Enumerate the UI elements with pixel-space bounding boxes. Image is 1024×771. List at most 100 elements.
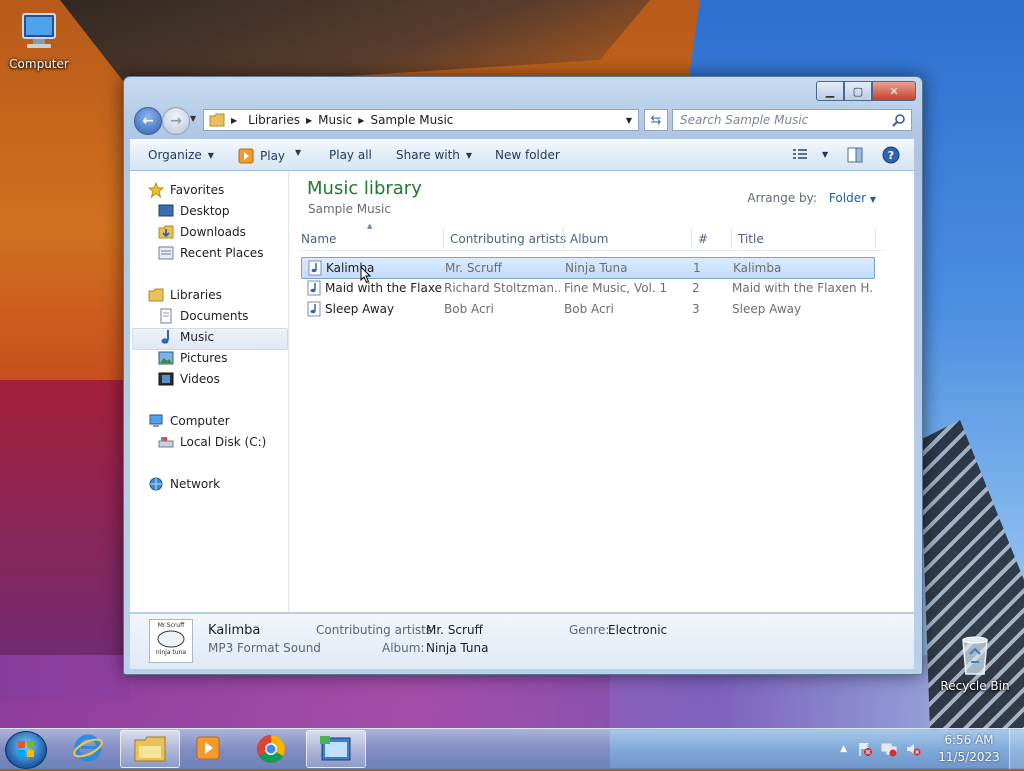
file-row-sleep-away[interactable]: Sleep Away Bob Acri Bob Acri 3 Sleep Awa…	[301, 299, 873, 319]
arrange-by-label: Arrange by:	[747, 191, 817, 205]
sort-ascending-icon: ▲	[367, 222, 373, 230]
play-button[interactable]: Play	[238, 148, 285, 164]
details-genre-value[interactable]: Electronic	[608, 623, 667, 637]
help-button[interactable]: ?	[882, 146, 900, 164]
change-view-button[interactable]: ▼	[792, 147, 828, 161]
maximize-button[interactable]: ▢	[844, 81, 872, 101]
share-with-button[interactable]: Share with ▼	[396, 148, 472, 162]
nav-videos[interactable]: Videos	[158, 369, 220, 389]
breadcrumb-sample-music[interactable]: Sample Music	[370, 113, 453, 127]
column-divider[interactable]	[731, 228, 732, 250]
recent-places-icon	[158, 245, 174, 261]
file-album: Bob Acri	[564, 302, 614, 316]
taskbar-chrome[interactable]	[243, 730, 301, 766]
nav-local-disk-label: Local Disk (C:)	[180, 435, 267, 449]
breadcrumb-arrow-icon[interactable]: ▶	[231, 116, 237, 125]
refresh-button[interactable]: ⇆	[644, 109, 668, 131]
nav-music[interactable]: Music	[158, 327, 214, 347]
column-header-title[interactable]: Title	[738, 232, 764, 246]
taskbar-internet-explorer[interactable]	[60, 730, 118, 766]
nav-documents[interactable]: Documents	[158, 306, 248, 326]
volume-muted-icon[interactable]	[905, 741, 921, 757]
nav-computer[interactable]: Computer	[148, 411, 230, 431]
nav-desktop[interactable]: Desktop	[158, 201, 230, 221]
column-header-contributing-artists[interactable]: Contributing artists	[450, 232, 566, 246]
address-row: ← → ▼ ▶ Libraries ▶ Music ▶ Sample Music…	[131, 105, 913, 135]
close-button[interactable]: ✕	[872, 81, 916, 101]
arrange-by-dropdown[interactable]: Folder ▼	[829, 191, 876, 205]
file-row-kalimba[interactable]: Kalimba Mr. Scruff Ninja Tuna 1 Kalimba	[301, 257, 875, 284]
album-art-text-top: Mr.Scruff	[157, 622, 185, 629]
file-name: Sleep Away	[325, 302, 395, 316]
new-folder-label: New folder	[495, 148, 560, 162]
column-header-name[interactable]: Name	[301, 232, 336, 246]
start-button[interactable]	[5, 731, 47, 769]
chevron-down-icon: ▼	[207, 150, 214, 160]
breadcrumb-arrow-icon[interactable]: ▶	[306, 116, 312, 125]
address-bar[interactable]: ▶ Libraries ▶ Music ▶ Sample Music ▼	[203, 109, 639, 131]
column-divider[interactable]	[691, 228, 692, 250]
network-status-icon[interactable]	[881, 741, 897, 757]
chevron-down-icon: ▼	[465, 150, 473, 160]
address-dropdown-icon[interactable]: ▼	[626, 116, 632, 125]
nav-favorites[interactable]: Favorites	[148, 180, 224, 200]
chevron-down-icon: ▼	[869, 195, 876, 204]
file-track-number: 2	[692, 281, 700, 295]
recent-pages-dropdown[interactable]: ▼	[190, 114, 196, 123]
taskbar-media-player[interactable]	[180, 730, 238, 766]
details-album-value[interactable]: Ninja Tuna	[426, 641, 489, 655]
back-button[interactable]: ←	[134, 107, 162, 135]
nav-videos-label: Videos	[180, 372, 220, 386]
desktop-icon-recycle-bin-label: Recycle Bin	[940, 679, 1010, 693]
desktop-icon-computer[interactable]: Computer	[1, 10, 77, 71]
windows-logo-icon	[18, 741, 34, 757]
documents-icon	[158, 308, 174, 324]
minimize-button[interactable]: ▁	[816, 81, 844, 101]
videos-icon	[158, 371, 174, 387]
file-artist: Mr. Scruff	[445, 261, 502, 275]
column-divider[interactable]	[875, 228, 876, 250]
file-album: Fine Music, Vol. 1	[564, 281, 668, 295]
breadcrumb-music[interactable]: Music	[318, 113, 352, 127]
new-folder-button[interactable]: New folder	[495, 148, 560, 162]
forward-button[interactable]: →	[162, 107, 190, 135]
nav-network[interactable]: Network	[148, 474, 220, 494]
library-subtitle: Sample Music	[308, 202, 391, 216]
nav-downloads[interactable]: Downloads	[158, 222, 246, 242]
play-dropdown[interactable]: ▼	[289, 148, 301, 157]
breadcrumb-libraries[interactable]: Libraries	[248, 113, 300, 127]
chevron-down-icon: ▼	[822, 149, 829, 159]
nav-local-disk[interactable]: Local Disk (C:)	[158, 432, 266, 452]
column-header-album[interactable]: Album	[570, 232, 608, 246]
nav-libraries[interactable]: Libraries	[148, 285, 222, 305]
action-center-flag-icon[interactable]	[857, 741, 873, 757]
details-artists-value[interactable]: Mr. Scruff	[426, 623, 483, 637]
column-header-number[interactable]: #	[698, 232, 708, 246]
column-divider[interactable]	[443, 228, 444, 250]
taskbar-active-window[interactable]	[306, 730, 366, 768]
file-row-maid-with-the-flaxen-hair[interactable]: Maid with the Flaxe... Richard Stoltzman…	[301, 278, 873, 298]
search-input[interactable]: Search Sample Music	[672, 109, 912, 131]
taskbar-windows-explorer[interactable]	[120, 730, 180, 768]
nav-pictures[interactable]: Pictures	[158, 348, 228, 368]
arrange-by-value: Folder	[828, 191, 867, 205]
search-icon[interactable]	[892, 113, 906, 127]
nav-recent-places[interactable]: Recent Places	[158, 243, 263, 263]
organize-label: Organize	[148, 148, 202, 162]
details-album-label: Album:	[382, 641, 425, 655]
library-title: Music library	[307, 178, 422, 199]
column-divider[interactable]	[563, 228, 564, 250]
show-desktop-button[interactable]	[1009, 729, 1024, 769]
desktop-icon-recycle-bin[interactable]: Recycle Bin	[937, 632, 1013, 693]
network-icon	[148, 476, 164, 492]
breadcrumb-arrow-icon[interactable]: ▶	[358, 116, 364, 125]
chrome-icon	[257, 735, 285, 763]
preview-pane-button[interactable]	[847, 147, 863, 163]
organize-button[interactable]: Organize ▼	[148, 148, 214, 162]
play-all-button[interactable]: Play all	[329, 148, 372, 162]
show-hidden-icons-icon[interactable]: ▲	[840, 744, 847, 754]
internet-explorer-icon	[73, 734, 103, 762]
details-pane: Mr.Scruff ninja tuna Kalimba MP3 Format …	[130, 613, 914, 669]
nav-desktop-label: Desktop	[180, 204, 230, 218]
clock[interactable]: 6:56 AM 11/5/2023	[929, 732, 1009, 766]
